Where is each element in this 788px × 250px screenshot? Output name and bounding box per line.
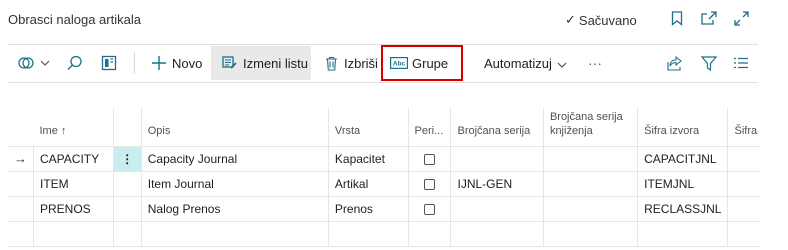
cell-source-code[interactable]: ITEMJNL	[637, 170, 729, 197]
bookmark-icon[interactable]	[668, 9, 686, 27]
cell-name[interactable]: CAPACITY	[33, 145, 114, 172]
header-spacer	[112, 108, 142, 146]
cell-name[interactable]: ITEM	[33, 170, 114, 197]
list-icon	[732, 54, 750, 72]
cell-posting-no-series[interactable]	[542, 195, 639, 222]
new-button[interactable]: Novo	[150, 46, 202, 80]
cell-no-series[interactable]	[450, 145, 544, 172]
delete-button[interactable]: Izbriši	[322, 46, 378, 80]
row-actions-cell[interactable]	[112, 170, 142, 197]
views-button[interactable]	[18, 46, 50, 80]
periodic-checkbox[interactable]	[424, 153, 435, 165]
table-header-row: Ime ↑ Opis Vrsta Peri... Brojčana serija…	[8, 108, 788, 146]
share-icon	[666, 54, 684, 72]
journal-templates-table: Ime ↑ Opis Vrsta Peri... Brojčana serija…	[8, 108, 788, 247]
cell-posting-no-series[interactable]	[542, 145, 639, 172]
periodic-checkbox[interactable]	[424, 178, 435, 190]
column-header-periodic[interactable]: Peri...	[407, 108, 451, 146]
filter-button[interactable]	[700, 46, 722, 80]
table-row[interactable]: PRENOS Nalog Prenos Prenos RECLASSJNL	[8, 195, 788, 222]
toolbar-separator	[134, 52, 135, 74]
table-row[interactable]: ITEM Item Journal Artikal IJNL-GEN ITEMJ…	[8, 170, 788, 197]
row-actions-cell[interactable]	[112, 220, 142, 247]
cell-posting-no-series[interactable]	[542, 220, 639, 247]
cell-source-code[interactable]	[637, 220, 729, 247]
trash-icon	[322, 54, 340, 72]
column-header-name[interactable]: Ime ↑	[34, 108, 114, 146]
cell-description[interactable]: Nalog Prenos	[140, 195, 329, 222]
row-actions-cell[interactable]	[112, 195, 142, 222]
cell-periodic[interactable]	[407, 145, 452, 172]
saved-label: Sačuvano	[578, 12, 637, 28]
cell-description[interactable]	[140, 220, 329, 247]
cell-periodic[interactable]	[407, 220, 452, 247]
automate-label: Automatizuj	[484, 55, 552, 71]
cell-source-code[interactable]: RECLASSJNL	[637, 195, 729, 222]
cell-description[interactable]: Item Journal	[140, 170, 329, 197]
cell-type[interactable]	[327, 220, 409, 247]
saved-status: ✓ Sačuvano	[565, 12, 637, 28]
cell-description[interactable]: Capacity Journal	[140, 145, 329, 172]
cell-name[interactable]: PRENOS	[33, 195, 114, 222]
new-label: Novo	[172, 55, 203, 71]
row-indicator	[8, 170, 34, 197]
cell-periodic[interactable]	[407, 170, 452, 197]
column-header-description[interactable]: Opis	[140, 108, 329, 146]
cell-name[interactable]	[33, 220, 114, 247]
check-icon: ✓	[565, 12, 576, 27]
cell-source-code[interactable]: CAPACITJNL	[637, 145, 729, 172]
layout-button[interactable]	[100, 46, 122, 80]
filter-icon	[700, 54, 718, 72]
row-selected-indicator: →	[8, 145, 34, 172]
edit-list-button[interactable]: Izmeni listu	[211, 46, 311, 80]
search-button[interactable]	[66, 46, 88, 80]
table-row-empty[interactable]	[8, 220, 788, 247]
list-view-button[interactable]	[732, 46, 754, 80]
more-options-icon: ···	[588, 55, 602, 71]
row-indicator	[8, 195, 34, 222]
share-button[interactable]	[666, 46, 688, 80]
cell-periodic[interactable]	[407, 195, 452, 222]
more-options-button[interactable]: ···	[588, 46, 602, 80]
open-in-new-icon[interactable]	[700, 9, 718, 27]
search-icon	[66, 54, 84, 72]
edit-list-icon	[221, 54, 239, 72]
row-indicator	[8, 220, 34, 247]
column-header-no-series[interactable]: Brojčana serija	[450, 108, 544, 146]
toolbar-bottom-divider	[8, 82, 758, 83]
groups-highlight-box	[381, 45, 463, 81]
table-row[interactable]: → CAPACITY ⋮ Capacity Journal Kapacitet …	[8, 145, 788, 172]
cell-no-series[interactable]	[450, 195, 544, 222]
cell-no-series[interactable]	[450, 220, 544, 247]
header-spacer	[8, 108, 34, 146]
delete-label: Izbriši	[344, 55, 378, 71]
row-actions-button[interactable]: ⋮	[112, 145, 142, 172]
cell-type[interactable]: Kapacitet	[327, 145, 409, 172]
plus-icon	[150, 54, 168, 72]
column-header-type[interactable]: Vrsta	[327, 108, 409, 146]
cell-type[interactable]: Artikal	[327, 170, 409, 197]
chevron-down-icon	[557, 56, 567, 71]
automate-menu[interactable]: Automatizuj	[484, 46, 567, 80]
table-overflow-edge	[760, 108, 788, 250]
cell-posting-no-series[interactable]	[542, 170, 639, 197]
chevron-down-icon	[40, 58, 50, 69]
column-header-source-code[interactable]: Šifra izvora	[637, 108, 728, 146]
column-header-posting-no-series[interactable]: Brojčana serija knjiženja	[542, 108, 638, 146]
expand-icon[interactable]	[732, 9, 750, 27]
cell-type[interactable]: Prenos	[327, 195, 409, 222]
periodic-checkbox[interactable]	[424, 203, 435, 215]
layout-icon	[100, 54, 118, 72]
edit-list-label: Izmeni listu	[243, 55, 309, 71]
page-title: Obrasci naloga artikala	[8, 12, 141, 27]
sort-ascending-icon: ↑	[60, 124, 67, 137]
cell-no-series[interactable]: IJNL-GEN	[450, 170, 544, 197]
arrow-right-icon: →	[14, 151, 27, 166]
filter-views-icon	[18, 54, 36, 72]
